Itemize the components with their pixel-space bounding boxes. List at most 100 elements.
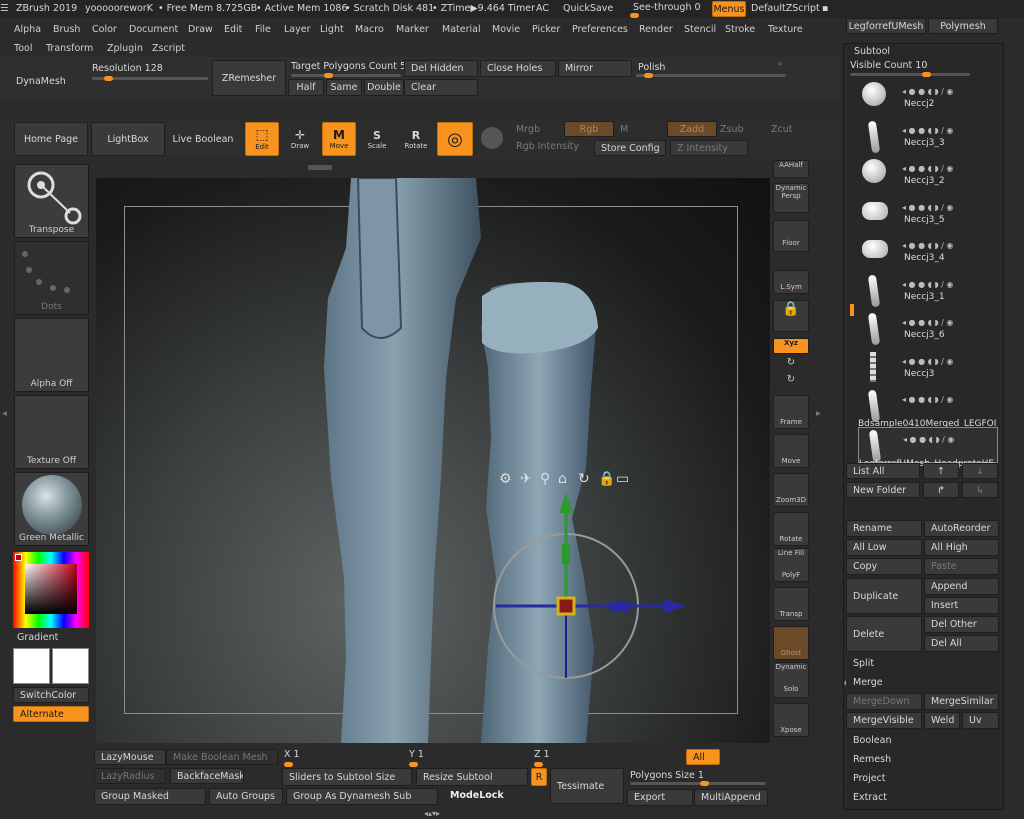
subtool-visibility-eye-icon[interactable]: ◂ ● ● ◖ ◗ ∕ ◉ [902,394,953,405]
switchcolor-button[interactable]: SwitchColor [13,687,89,703]
menu-stroke[interactable]: Stroke [725,24,755,35]
target-polygons-slider[interactable]: Target Polygons Count 5 [291,61,406,72]
color-square[interactable] [25,564,77,614]
floor-button[interactable]: Floor [773,220,809,252]
x-slider[interactable]: X 1 [284,749,300,760]
folder-up-arrow-icon[interactable]: ↱ [923,482,959,498]
xpose-button[interactable]: Xpose [773,703,809,737]
insert-button[interactable]: Insert [924,597,999,614]
merge-down-button[interactable]: MergeDown [846,693,922,710]
half-button[interactable]: Half [288,79,324,96]
zcut-toggle[interactable]: Zcut [771,124,792,135]
store-config-button[interactable]: Store Config [594,140,666,156]
del-other-button[interactable]: Del Other [924,616,999,633]
gizmo-pin-icon[interactable]: ✈ [520,471,532,487]
append-button[interactable]: Append [924,578,999,595]
export-button[interactable]: Export [627,789,693,806]
same-button[interactable]: Same [326,79,362,96]
lazymouse-button[interactable]: LazyMouse [94,749,166,765]
autoreorder-button[interactable]: AutoReorder [924,520,999,537]
subtool-item[interactable]: ◂ ● ● ◖ ◗ ∕ ◉LegforrefUMesh_HeadprotoHE [858,426,998,469]
boolean-section[interactable]: Boolean [846,732,1000,749]
mirror-button[interactable]: Mirror [558,60,632,77]
polygons-size-track[interactable] [630,782,766,785]
menu-file[interactable]: File [255,24,271,35]
rgb-intensity-slider[interactable]: Rgb Intensity [516,141,579,152]
aahalf-button[interactable]: AAHalf [773,160,809,178]
weld-button[interactable]: Weld [924,712,960,729]
menu-picker[interactable]: Picker [532,24,560,35]
subtool-title[interactable]: Subtool [854,46,890,57]
quicksave-button[interactable]: QuickSave [563,3,613,14]
menu-stencil[interactable]: Stencil [684,24,716,35]
home-page-button[interactable]: Home Page [14,122,88,156]
visible-count-track[interactable] [850,73,970,76]
xyz-button[interactable]: Xyz [773,338,809,354]
modelock-button[interactable]: ModeLock [450,790,504,801]
auto-groups-button[interactable]: Auto Groups [209,788,283,805]
close-holes-button[interactable]: Close Holes [480,60,556,77]
rename-button[interactable]: Rename [846,520,922,537]
gizmo-home-icon[interactable]: ⌂ [558,471,567,487]
del-all-button[interactable]: Del All [924,635,999,652]
y-slider[interactable]: Y 1 [409,749,424,760]
folder-down-arrow-icon[interactable]: ↳ [962,482,998,498]
all-axes-button[interactable]: All [686,749,720,765]
live-boolean-button[interactable]: Live Boolean [166,122,240,156]
menu-transform[interactable]: Transform [46,43,93,54]
menu-preferences[interactable]: Preferences [572,24,628,35]
move-down-arrow-icon[interactable]: ↓ [962,463,998,479]
merge-visible-button[interactable]: MergeVisible [846,712,922,729]
menu-brush[interactable]: Brush [53,24,80,35]
sliders-to-subtool-size-button[interactable]: Sliders to Subtool Size [282,768,412,786]
project-section[interactable]: Project [846,770,1000,787]
menus-button[interactable]: Menus [712,1,746,17]
double-button[interactable]: Double [364,79,404,96]
all-low-button[interactable]: All Low [846,539,922,556]
polish-circle-icon[interactable]: ◦ [777,59,783,70]
copy-button[interactable]: Copy [846,558,922,575]
polygons-size-slider[interactable]: Polygons Size 1 [630,770,704,781]
see-through-knob[interactable] [630,13,639,18]
scale-button[interactable]: S Scale [361,122,393,156]
polish-slider[interactable]: Polish [638,62,665,73]
delete-button[interactable]: Delete [846,616,922,652]
subtool-visibility-eye-icon[interactable]: ◂ ● ● ◖ ◗ ∕ ◉ [902,240,953,251]
gizmo-toggle-button[interactable]: ◎ [437,122,473,156]
subtool-visibility-eye-icon[interactable]: ◂ ● ● ◖ ◗ ∕ ◉ [902,86,953,97]
visible-count-slider[interactable]: Visible Count 10 [850,60,927,71]
extract-section[interactable]: Extract [846,789,1000,806]
subtool-item[interactable]: ◂ ● ● ◖ ◗ ∕ ◉ Neccj3_1 [858,273,998,309]
menu-document[interactable]: Document [129,24,178,35]
subtool-item[interactable]: ◂ ● ● ◖ ◗ ∕ ◉ Neccj3_2 [858,157,998,193]
top-scroll-handle[interactable] [308,165,332,170]
lock-icon[interactable]: 🔒 [773,300,809,332]
menu-draw[interactable]: Draw [188,24,213,35]
draw-button[interactable]: ✛ Draw [284,122,316,156]
resolution-knob[interactable] [103,76,113,81]
default-zscript[interactable]: DefaultZScript [751,3,820,14]
resize-subtool-button[interactable]: Resize Subtool [416,768,528,786]
backfacemask-button[interactable]: BackfaceMask [170,768,244,784]
gradient-label[interactable]: Gradient [17,632,58,643]
menu-alpha[interactable]: Alpha [14,24,41,35]
persp-button[interactable]: Dynamic Persp [773,183,809,213]
menu-macro[interactable]: Macro [355,24,384,35]
polish-knob[interactable] [643,73,653,78]
subtool-item[interactable]: ◂ ● ● ◖ ◗ ∕ ◉ Neccj3_4 [858,234,998,270]
transpose-tile[interactable]: Transpose [14,164,89,238]
subtool-visibility-eye-icon[interactable]: ◂ ● ● ◖ ◗ ∕ ◉ [902,163,953,174]
r-button[interactable]: R [531,768,547,786]
zsub-toggle[interactable]: Zsub [720,124,744,135]
dynamesh-button[interactable]: DynaMesh [10,66,86,96]
duplicate-button[interactable]: Duplicate [846,578,922,614]
rotate-y-icon[interactable]: ↻ [773,357,809,371]
move-button[interactable]: M Move [322,122,356,156]
z-slider[interactable]: Z 1 [534,749,550,760]
paste-button[interactable]: Paste [924,558,999,575]
subtool-scroll-marker[interactable] [850,304,854,316]
move-view-button[interactable]: Move [773,434,809,468]
menu-color[interactable]: Color [92,24,117,35]
bottom-collapse-arrows-icon[interactable]: ◂▴▾▸ [424,809,440,818]
remesh-section[interactable]: Remesh [846,751,1000,768]
